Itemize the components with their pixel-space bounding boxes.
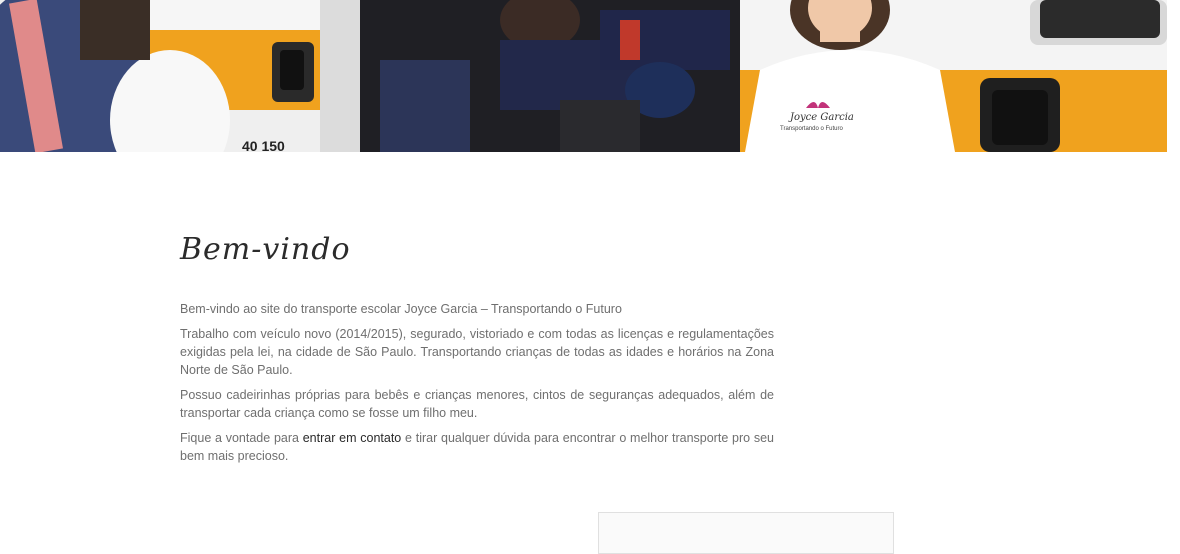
hero-photo bbox=[0, 0, 1167, 152]
welcome-paragraph-2: Trabalho com veículo novo (2014/2015), s… bbox=[180, 327, 774, 377]
bottom-content-box bbox=[598, 512, 894, 554]
welcome-content: Bem-vindo ao site do transporte escolar … bbox=[180, 300, 774, 472]
shirt-tagline-text: Transportando o Futuro bbox=[780, 126, 843, 132]
welcome-paragraph-1: Bem-vindo ao site do transporte escolar … bbox=[180, 302, 622, 316]
van-plate-text: 40 150 bbox=[242, 138, 285, 152]
welcome-paragraph-3: Possuo cadeirinhas próprias para bebês e… bbox=[180, 388, 774, 420]
shirt-brand-text: Joyce Garcia bbox=[790, 112, 854, 123]
paragraph-4-prefix: Fique a vontade para bbox=[180, 431, 303, 445]
hero-banner: Joyce Garcia Transportando o Futuro 40 1… bbox=[0, 0, 1167, 152]
welcome-heading: Bem-vindo bbox=[180, 232, 351, 267]
welcome-paragraph-4: Fique a vontade para entrar em contato e… bbox=[180, 429, 774, 465]
contact-link[interactable]: entrar em contato bbox=[303, 431, 402, 445]
